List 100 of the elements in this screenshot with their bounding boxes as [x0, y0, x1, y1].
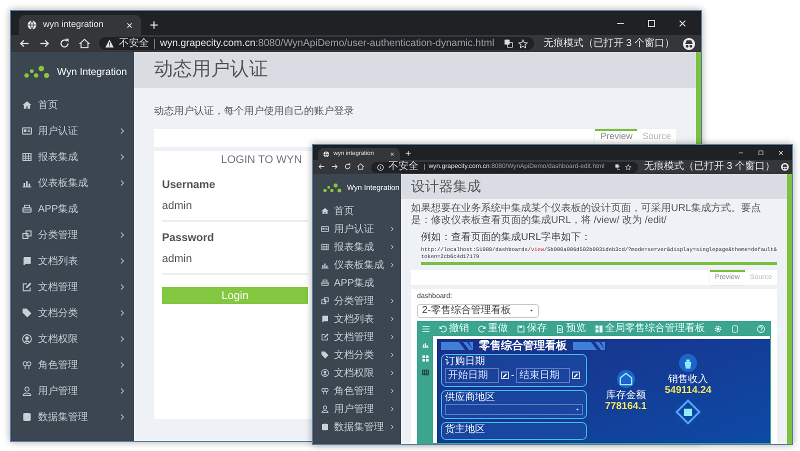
close-icon[interactable]	[390, 152, 395, 156]
close-icon[interactable]	[678, 18, 687, 28]
new-tab-icon[interactable]	[149, 20, 159, 30]
sidebar-item[interactable]: 角色管理	[11, 352, 134, 378]
sidebar-item[interactable]: 用户管理	[313, 400, 401, 418]
globe-icon	[27, 20, 37, 30]
chevron-icon	[389, 424, 395, 430]
close-icon[interactable]	[126, 22, 133, 28]
minimize-icon[interactable]	[738, 150, 744, 156]
calendar-icon[interactable]	[501, 371, 509, 379]
chevron-icon	[118, 283, 126, 291]
sidebar-item[interactable]: 首页	[313, 202, 401, 220]
sidebar-item[interactable]: 文档分类	[11, 300, 134, 326]
kpi-value: 549114.24	[664, 384, 712, 396]
edit-icon	[321, 333, 329, 341]
squares-icon	[321, 297, 329, 305]
page-title: 动态用户认证	[154, 58, 268, 82]
chevron-icon	[118, 309, 126, 317]
star-icon[interactable]	[625, 164, 632, 170]
incognito-icon[interactable]	[781, 163, 789, 171]
sidebar-item[interactable]: 用户管理	[11, 378, 134, 404]
chevron-icon	[389, 370, 395, 376]
sidebar-item[interactable]: 报表集成	[11, 144, 134, 170]
sidebar-item[interactable]: 首页	[11, 92, 134, 118]
sidebar-item[interactable]: 数据集管理	[313, 418, 401, 436]
chevron-icon	[118, 179, 126, 187]
chevron-icon	[118, 361, 126, 369]
incognito-icon[interactable]	[683, 38, 696, 50]
close-icon[interactable]	[778, 150, 784, 156]
sidebar-item[interactable]: 文档列表	[313, 310, 401, 328]
user-circle-icon	[22, 334, 32, 344]
sidebar-item[interactable]: 角色管理	[313, 382, 401, 400]
star-icon[interactable]	[518, 38, 528, 48]
browser-tab[interactable]: wyn integration	[19, 15, 141, 35]
maximize-icon[interactable]	[758, 150, 764, 156]
date-field[interactable]: 结束日期	[516, 368, 570, 382]
brand-name: Wyn Integration	[57, 66, 127, 80]
sidebar-item[interactable]: APP集成	[313, 274, 401, 292]
address-bar[interactable]: 不安全 wyn.grapecity.com.cn:8080/WynApiDemo/user-authentication-dynamic.html	[99, 37, 534, 50]
sidebar-item[interactable]: 文档分类	[313, 346, 401, 364]
table-icon[interactable]	[422, 368, 429, 376]
sidebar-item[interactable]: 分类管理	[313, 292, 401, 310]
calendar-icon[interactable]	[572, 371, 580, 379]
people-icon	[22, 360, 32, 370]
user-icon	[22, 386, 32, 396]
reload-icon[interactable]	[59, 38, 70, 49]
table-icon	[321, 243, 329, 251]
sidebar-item[interactable]: 文档管理	[11, 274, 134, 300]
home-icon[interactable]	[357, 163, 365, 171]
forward-icon[interactable]	[331, 163, 338, 171]
sidebar-item[interactable]: 仪表板集成	[11, 170, 134, 196]
sidebar-item[interactable]: 用户认证	[313, 220, 401, 238]
date-field[interactable]: 开始日期	[445, 368, 499, 382]
undo-icon	[439, 324, 447, 332]
select-field[interactable]: 2-零售综合管理看板	[417, 304, 539, 318]
translate-icon[interactable]	[504, 39, 514, 48]
money-bag-icon	[679, 354, 698, 372]
page-description: 如果想要在业务系统中集成某个仪表板的设计页面，可采用URL集成方式。要点是：修改仪表板查看页面的集成URL，将 /view/ 改为 /edit/	[410, 202, 762, 227]
incognito-label: 无痕模式（已打开 3 个窗口）	[644, 162, 776, 172]
chevron-icon	[389, 226, 395, 232]
sidebar-item[interactable]: 文档权限	[11, 326, 134, 352]
new-tab-icon[interactable]	[405, 150, 412, 157]
grid-icon[interactable]	[422, 354, 429, 362]
chart-icon[interactable]	[422, 340, 429, 348]
kpi-label: 销售收入	[668, 374, 708, 384]
settings-icon[interactable]	[714, 324, 722, 332]
bar-chart-icon	[22, 178, 32, 188]
sidebar-item[interactable]: 分类管理	[11, 222, 134, 248]
page-description: 动态用户认证，每个用户使用自己的账户登录	[153, 104, 355, 119]
incognito-label: 无痕模式（已打开 3 个窗口）	[543, 38, 674, 48]
sidebar-item[interactable]: 用户认证	[11, 118, 134, 144]
maximize-icon[interactable]	[647, 18, 656, 28]
chevron-icon	[118, 257, 126, 265]
chevron-icon	[118, 387, 126, 395]
home-icon[interactable]	[79, 38, 90, 49]
page-title: 设计器集成	[411, 177, 481, 196]
filter-label: 货主地区	[445, 424, 486, 436]
people-icon	[321, 387, 329, 395]
help-icon[interactable]	[757, 324, 765, 332]
sidebar-item[interactable]: APP集成	[11, 196, 134, 222]
back-icon[interactable]	[19, 38, 30, 49]
back-icon[interactable]	[318, 163, 326, 171]
sidebar-item[interactable]: 文档管理	[313, 328, 401, 346]
chevron-icon	[389, 406, 395, 412]
forward-icon[interactable]	[39, 38, 50, 49]
translate-icon[interactable]	[614, 164, 620, 170]
sidebar-item[interactable]: 报表集成	[313, 238, 401, 256]
sidebar-item[interactable]: 文档权限	[313, 364, 401, 382]
sidebar-item[interactable]: 文档列表	[11, 248, 134, 274]
dashboard-title: 零售综合管理看板	[479, 338, 567, 354]
id-card-icon	[321, 225, 329, 233]
reload-icon[interactable]	[344, 163, 352, 171]
sidebar-item[interactable]: 数据集管理	[11, 404, 134, 430]
store-badge-icon	[675, 398, 702, 424]
sidebar-item[interactable]: 仪表板集成	[313, 256, 401, 274]
id-card-icon	[22, 126, 32, 136]
select-field[interactable]	[445, 404, 583, 414]
bar-chart-icon	[321, 261, 329, 269]
home-icon	[22, 100, 32, 110]
caret-icon	[575, 406, 580, 412]
